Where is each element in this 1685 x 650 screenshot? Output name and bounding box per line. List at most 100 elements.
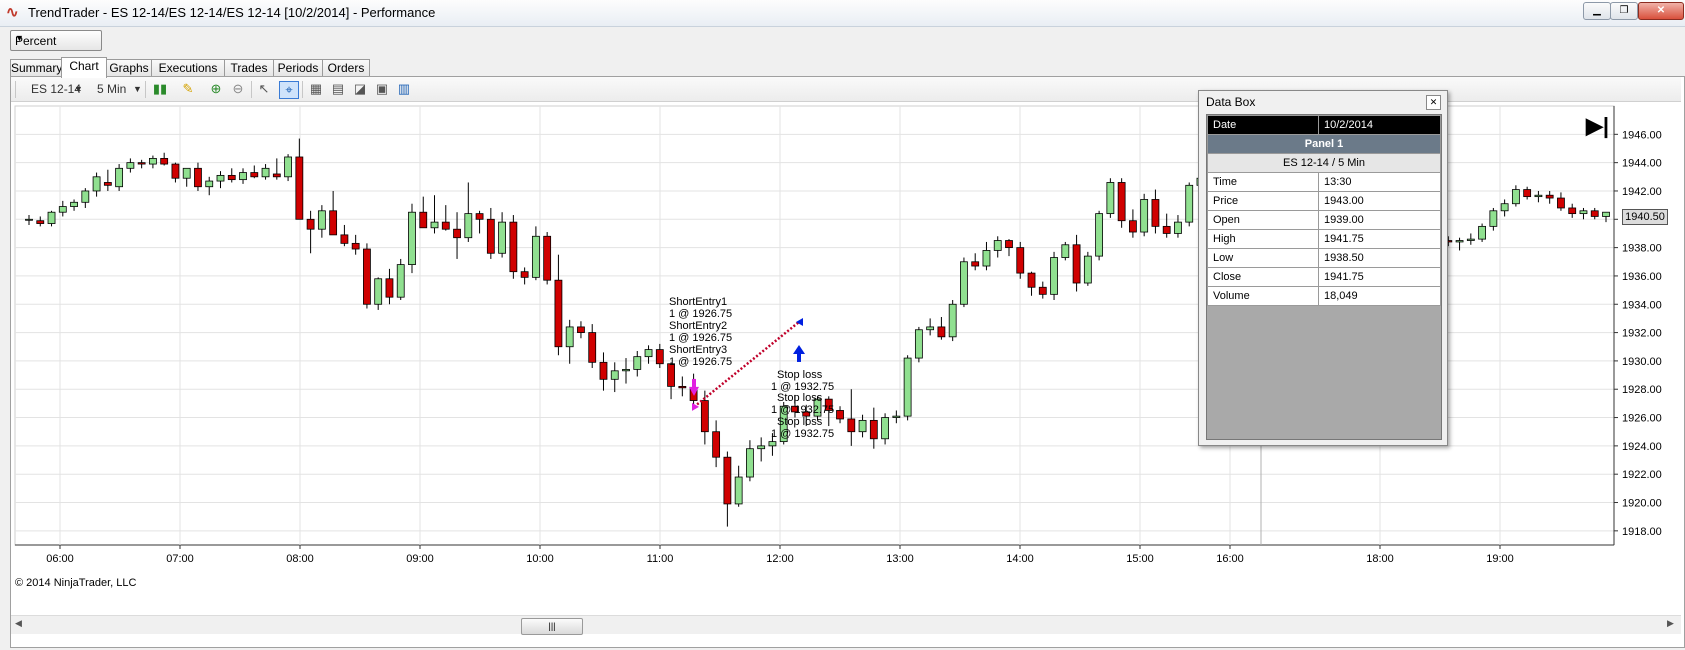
- x-tick-label: 18:00: [1366, 553, 1394, 565]
- candle-body: [1523, 189, 1532, 198]
- x-tick-label: 09:00: [406, 553, 434, 565]
- candle-body: [1545, 194, 1554, 199]
- candle-body: [1174, 221, 1182, 234]
- candle-body: [971, 261, 980, 267]
- close-icon[interactable]: ✕: [1426, 95, 1441, 110]
- properties-icon[interactable]: ▤: [329, 81, 347, 97]
- cursor-icon[interactable]: ↖: [255, 81, 273, 97]
- candle-body: [340, 234, 349, 244]
- interval-chevron-icon[interactable]: ▼: [133, 84, 142, 94]
- candle-body: [881, 417, 889, 440]
- maximize-button[interactable]: ❐: [1610, 2, 1638, 20]
- trade-annotation: 1 @ 1926.75: [669, 356, 732, 368]
- candle-body: [182, 167, 191, 179]
- jump-to-end-icon[interactable]: ▶|: [1586, 113, 1609, 139]
- candle-body: [329, 210, 338, 236]
- minimize-button[interactable]: ▁: [1583, 2, 1611, 20]
- trade-annotation: Stop loss: [777, 416, 823, 428]
- candle-body: [1455, 240, 1464, 243]
- candle-body: [149, 157, 157, 165]
- candle-body: [115, 167, 124, 188]
- close-button[interactable]: ✕: [1638, 2, 1684, 20]
- snapshot-icon[interactable]: ▦: [307, 81, 325, 97]
- data-box-icon[interactable]: ▥: [395, 81, 413, 97]
- candle-body: [622, 368, 630, 372]
- bar-type-icon[interactable]: ▮▮: [151, 81, 169, 97]
- candle-body: [430, 221, 439, 229]
- candle-body: [644, 349, 653, 358]
- scroll-left-icon[interactable]: ◀: [15, 618, 22, 629]
- zoom-out-icon[interactable]: ⊖: [229, 81, 247, 97]
- tab-trades[interactable]: Trades: [224, 59, 274, 77]
- candle-body: [869, 419, 878, 440]
- candle-body: [363, 248, 371, 305]
- row-value: 1939.00: [1318, 210, 1441, 230]
- candle-body: [768, 441, 777, 447]
- candle-body: [509, 221, 518, 273]
- trend-wave-icon: ∿: [6, 4, 19, 21]
- candle-body: [408, 211, 416, 266]
- x-tick-label: 08:00: [286, 553, 314, 565]
- tab-summary[interactable]: Summary: [10, 59, 62, 77]
- candle-body: [1016, 247, 1025, 274]
- table-row: Volume 18,049: [1207, 286, 1441, 306]
- scroll-right-icon[interactable]: ▶: [1667, 618, 1674, 629]
- tab-graphs[interactable]: Graphs: [106, 59, 152, 77]
- candle-body: [588, 332, 597, 363]
- candle-body: [295, 156, 304, 220]
- date-label: Date: [1207, 115, 1319, 135]
- candle-body: [633, 356, 642, 370]
- instrument-chevron-icon[interactable]: ▼: [74, 84, 83, 94]
- candle-body: [464, 213, 473, 239]
- chart-scrollbar[interactable]: ◀ ||| ▶: [11, 615, 1681, 635]
- data-box-grid: Date 10/2/2014 Panel 1 ES 12-14 / 5 Min …: [1206, 114, 1442, 440]
- y-tick-label: 1922.00: [1622, 469, 1662, 481]
- candle-body: [1162, 225, 1171, 234]
- window-title: TrendTrader - ES 12-14/ES 12-14/ES 12-14…: [28, 5, 436, 20]
- candle-body: [520, 271, 529, 278]
- pencil-icon[interactable]: ✎: [179, 81, 197, 97]
- row-value: 18,049: [1318, 286, 1441, 306]
- candle-body: [858, 419, 867, 433]
- trade-annotation: 1 @ 1926.75: [669, 332, 732, 344]
- candle-body: [250, 172, 259, 178]
- scrollbar-thumb[interactable]: |||: [521, 618, 583, 635]
- candle-body: [577, 326, 585, 333]
- candle-body: [554, 279, 563, 348]
- candle-body: [25, 218, 33, 221]
- trade-annotation: 1 @ 1932.75: [771, 428, 834, 440]
- trade-annotation: 1 @ 1932.75: [771, 404, 834, 416]
- interval-selector[interactable]: 5 Min: [97, 82, 126, 96]
- candle-body: [374, 278, 383, 305]
- trade-annotation: ShortEntry1: [669, 296, 727, 308]
- zoom-in-icon[interactable]: ⊕: [207, 81, 225, 97]
- tab-chart[interactable]: Chart: [61, 57, 107, 78]
- candle-body: [926, 326, 935, 331]
- candle-body: [746, 448, 754, 478]
- table-row: High 1941.75: [1207, 229, 1441, 249]
- x-tick-label: 13:00: [886, 553, 914, 565]
- y-tick-label: 1918.00: [1622, 526, 1662, 538]
- candle-body: [160, 157, 169, 165]
- candle-body: [272, 173, 281, 178]
- data-box-title: Data Box: [1206, 95, 1256, 109]
- toolbar-separator: [251, 81, 252, 98]
- tab-orders[interactable]: Orders: [322, 59, 370, 77]
- y-tick-label: 1936.00: [1622, 271, 1662, 283]
- copyright-text: © 2014 NinjaTrader, LLC: [15, 577, 137, 589]
- crosshair-icon[interactable]: ⌖: [279, 81, 299, 99]
- row-value: 1941.75: [1318, 267, 1441, 287]
- y-tick-label: 1924.00: [1622, 441, 1662, 453]
- indicators-icon[interactable]: ◪: [351, 81, 369, 97]
- candle-body: [1568, 207, 1577, 215]
- data-box-window[interactable]: Data Box ✕ Date 10/2/2014 Panel 1 ES 12-…: [1198, 90, 1448, 446]
- table-row: Close 1941.75: [1207, 267, 1441, 287]
- strategies-icon[interactable]: ▣: [373, 81, 391, 97]
- toolbar-grip: [15, 81, 16, 98]
- date-value: 10/2/2014: [1318, 115, 1441, 135]
- display-mode-dropdown[interactable]: Percent ▼: [10, 30, 102, 51]
- toolbar-separator: [145, 81, 146, 98]
- tab-periods[interactable]: Periods: [273, 59, 323, 77]
- tab-executions[interactable]: Executions: [151, 59, 225, 77]
- candle-body: [1050, 257, 1058, 295]
